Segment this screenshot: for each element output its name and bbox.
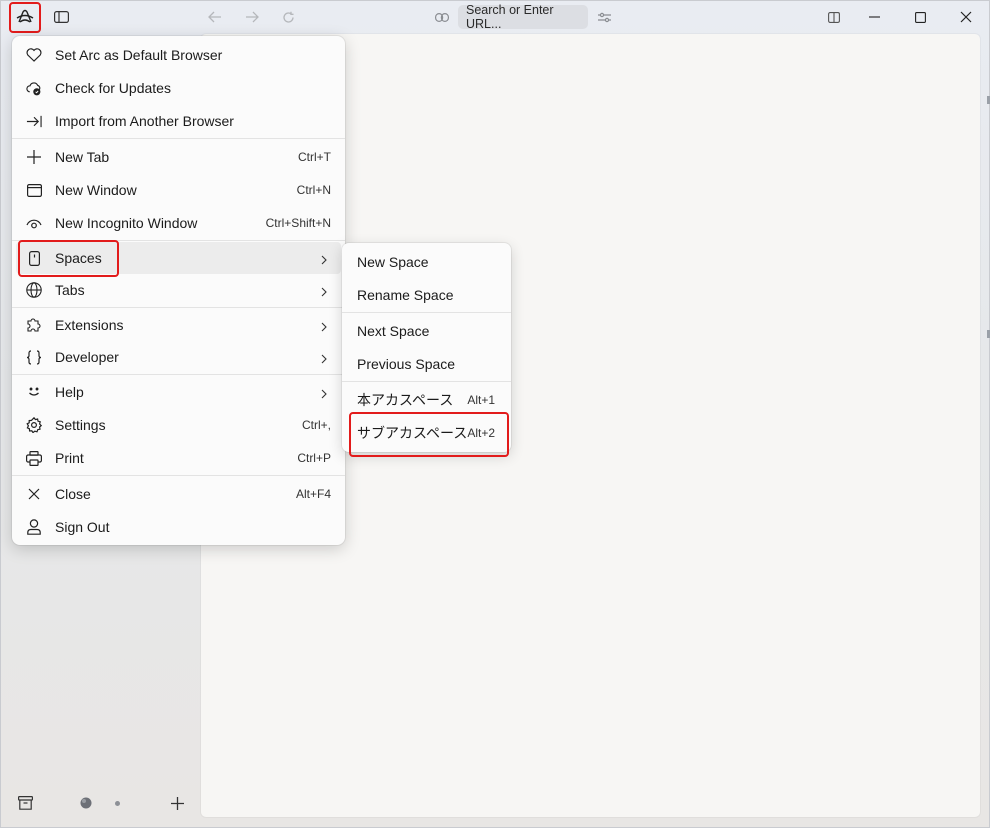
menu-item-new-tab[interactable]: New Tab Ctrl+T — [16, 141, 341, 173]
close-window-icon[interactable] — [956, 8, 976, 26]
user-icon — [26, 519, 42, 535]
menu-item-shortcut: Ctrl+, — [301, 418, 331, 432]
menu-item-label: Set Arc as Default Browser — [55, 47, 223, 63]
submenu-item-space-main[interactable]: 本アカスペース Alt+1 — [346, 384, 507, 416]
chevron-right-icon — [321, 252, 327, 268]
submenu-item-label: Next Space — [357, 323, 430, 339]
arc-logo-icon[interactable] — [12, 5, 38, 29]
menu-item-label: Sign Out — [55, 519, 110, 535]
incognito-eye-icon — [26, 215, 42, 231]
maximize-icon[interactable] — [910, 8, 930, 26]
menu-item-label: New Tab — [55, 149, 110, 165]
submenu-item-shortcut: Alt+1 — [467, 393, 495, 407]
minimize-icon[interactable] — [864, 8, 884, 26]
chevron-right-icon — [321, 351, 327, 367]
menu-separator — [12, 475, 345, 476]
sidebar-bottom-bar — [0, 790, 200, 816]
url-placeholder: Search or Enter URL... — [466, 3, 554, 31]
menu-item-shortcut: Alt+F4 — [295, 487, 331, 501]
menu-item-label: Help — [55, 384, 84, 400]
chevron-right-icon — [321, 386, 327, 402]
submenu-item-next-space[interactable]: Next Space — [346, 315, 507, 347]
plus-icon — [26, 149, 42, 165]
submenu-item-previous-space[interactable]: Previous Space — [346, 348, 507, 380]
menu-separator — [12, 307, 345, 308]
link-icon[interactable] — [433, 9, 451, 25]
menu-item-help[interactable]: Help — [16, 376, 341, 408]
title-bar: Search or Enter URL... — [0, 0, 990, 34]
menu-item-sign-out[interactable]: Sign Out — [16, 511, 341, 543]
menu-item-new-window[interactable]: New Window Ctrl+N — [16, 174, 341, 206]
submenu-item-label: サブアカスペース — [357, 425, 468, 441]
chevron-right-icon — [321, 284, 327, 300]
back-arrow-icon[interactable] — [206, 8, 224, 26]
menu-item-label: New Window — [55, 182, 137, 198]
globe-icon — [26, 282, 42, 298]
heart-icon — [26, 47, 42, 63]
submenu-separator — [342, 381, 511, 382]
forward-arrow-icon[interactable] — [243, 8, 261, 26]
submenu-item-label: New Space — [357, 254, 429, 270]
split-view-icon[interactable] — [825, 9, 843, 25]
submenu-item-space-sub[interactable]: サブアカスペース Alt+2 — [346, 417, 507, 449]
menu-item-label: Print — [55, 450, 84, 466]
close-icon — [26, 486, 42, 502]
menu-item-label: Developer — [55, 349, 119, 365]
menu-item-spaces[interactable]: Spaces — [16, 242, 341, 274]
space-globe-icon[interactable] — [78, 795, 94, 811]
menu-item-close[interactable]: Close Alt+F4 — [16, 478, 341, 510]
menu-separator — [12, 138, 345, 139]
curly-braces-icon — [26, 349, 42, 365]
menu-item-label: New Incognito Window — [55, 215, 198, 231]
submenu-item-rename-space[interactable]: Rename Space — [346, 279, 507, 311]
menu-item-label: Close — [55, 486, 91, 502]
menu-separator — [12, 240, 345, 241]
archive-icon[interactable] — [16, 794, 34, 812]
reload-icon[interactable] — [279, 8, 297, 26]
menu-item-import-browser[interactable]: Import from Another Browser — [16, 105, 341, 137]
add-space-icon[interactable] — [168, 794, 186, 812]
menu-item-print[interactable]: Print Ctrl+P — [16, 442, 341, 474]
submenu-item-new-space[interactable]: New Space — [346, 246, 507, 278]
menu-item-set-default-browser[interactable]: Set Arc as Default Browser — [16, 39, 341, 71]
menu-item-label: Settings — [55, 417, 106, 433]
sidebar-toggle-icon[interactable] — [52, 8, 70, 26]
menu-item-shortcut: Ctrl+N — [296, 183, 331, 197]
import-arrow-icon — [26, 113, 42, 129]
spaces-submenu: New Space Rename Space Next Space Previo… — [342, 243, 511, 452]
space-dot-icon[interactable] — [113, 799, 121, 807]
menu-item-label: Import from Another Browser — [55, 113, 234, 129]
spaces-icon — [26, 250, 42, 266]
menu-item-settings[interactable]: Settings Ctrl+, — [16, 409, 341, 441]
site-controls-icon[interactable] — [595, 9, 613, 25]
submenu-item-label: Previous Space — [357, 356, 456, 372]
url-bar[interactable]: Search or Enter URL... — [458, 3, 588, 31]
menu-item-shortcut: Ctrl+T — [298, 150, 331, 164]
menu-separator — [12, 374, 345, 375]
menu-item-check-updates[interactable]: Check for Updates — [16, 72, 341, 104]
arc-main-menu: Set Arc as Default Browser Check for Upd… — [12, 36, 345, 545]
gear-icon — [26, 417, 42, 433]
submenu-item-label: 本アカスペース — [357, 392, 454, 408]
submenu-item-shortcut: Alt+2 — [467, 426, 495, 440]
menu-item-shortcut: Ctrl+Shift+N — [265, 216, 331, 230]
printer-icon — [26, 450, 42, 466]
window-icon — [26, 182, 42, 198]
menu-item-label: Tabs — [55, 282, 85, 298]
menu-item-developer[interactable]: Developer — [16, 341, 341, 373]
menu-item-new-incognito-window[interactable]: New Incognito Window Ctrl+Shift+N — [16, 207, 341, 239]
menu-item-shortcut: Ctrl+P — [297, 451, 331, 465]
menu-item-tabs[interactable]: Tabs — [16, 274, 341, 306]
menu-item-label: Check for Updates — [55, 80, 171, 96]
puzzle-piece-icon — [26, 317, 42, 333]
chevron-right-icon — [321, 319, 327, 335]
menu-item-label: Extensions — [55, 317, 124, 333]
submenu-separator — [342, 312, 511, 313]
cloud-update-icon — [26, 80, 42, 96]
smile-icon — [26, 384, 42, 400]
submenu-item-label: Rename Space — [357, 287, 454, 303]
menu-item-label: Spaces — [55, 250, 102, 266]
menu-item-extensions[interactable]: Extensions — [16, 309, 341, 341]
